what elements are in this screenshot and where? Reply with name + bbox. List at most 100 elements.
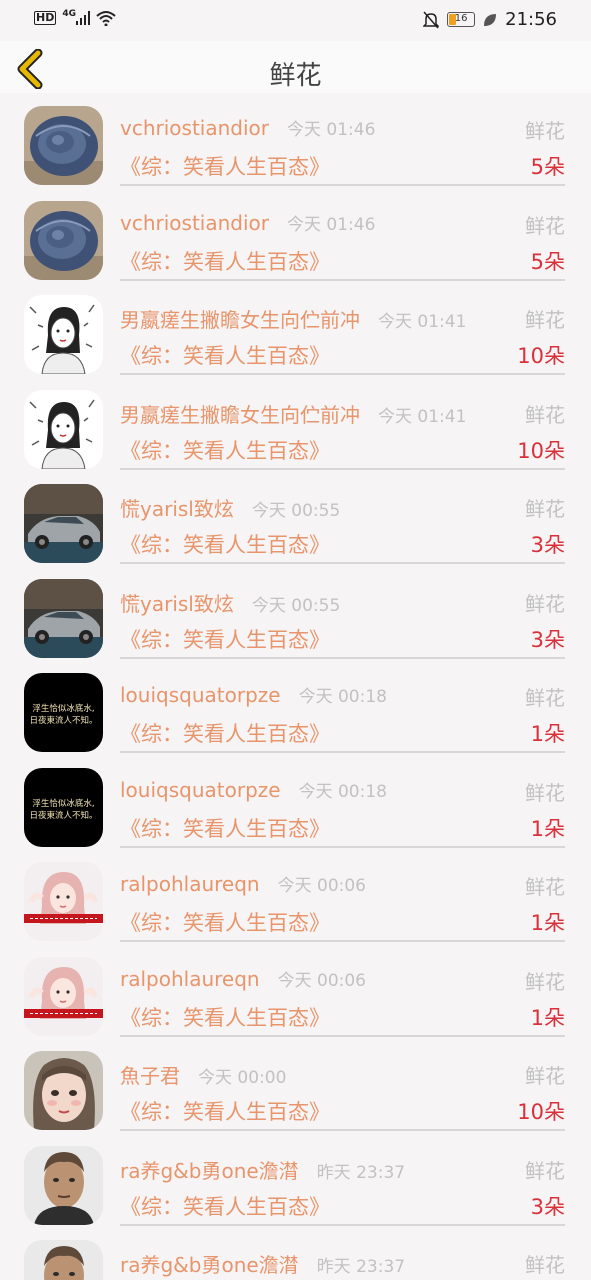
gift-type: 鲜花: [525, 591, 565, 616]
avatar[interactable]: [24, 200, 103, 280]
flower-count: 10朵: [517, 438, 565, 463]
signal-icon: [76, 11, 90, 25]
book-title[interactable]: 《综：笑看人生百态》: [120, 1002, 330, 1032]
network-type: 4G: [62, 9, 76, 19]
user-name-line: vchriostiandior 今天 01:46: [120, 115, 375, 140]
divider: [120, 1034, 565, 1037]
timestamp: 昨天 23:37: [316, 1257, 406, 1277]
list-item[interactable]: ra养g&b勇one澹潸 昨天 23:37 鲜花: [0, 1227, 591, 1280]
user-name[interactable]: ra养g&b勇one澹潸: [120, 1155, 299, 1184]
avatar[interactable]: [24, 1145, 103, 1225]
user-name[interactable]: 男嬴瘥生撇瞻女生向伫前冲: [120, 304, 360, 333]
book-title[interactable]: 《综：笑看人生百态》: [120, 718, 330, 748]
avatar-caption-line-1: 浮生恰似冰底水,: [32, 798, 94, 809]
flower-count: 1朵: [530, 911, 565, 935]
user-name-line: louiqsquatorpze 今天 00:18: [120, 777, 387, 802]
timestamp: 今天 00:06: [277, 876, 366, 896]
user-name-line: ralpohlaureqn 今天 00:06: [120, 871, 366, 896]
status-left: HD 4G: [34, 9, 116, 26]
book-title[interactable]: 《综：笑看人生百态》: [120, 151, 330, 181]
gift-type: 鲜花: [525, 969, 565, 994]
divider: [120, 751, 565, 753]
list-item[interactable]: 男嬴瘥生撇瞻女生向伫前冲 今天 01:41 鲜花 《综：笑看人生百态》 10朵: [0, 377, 591, 472]
bell-off-icon: [423, 11, 440, 28]
header-bar: 鲜花: [0, 41, 591, 93]
divider: [120, 845, 565, 848]
user-name[interactable]: louiqsquatorpze: [120, 683, 281, 707]
gift-type: 鲜花: [525, 308, 565, 332]
flower-count: 10朵: [517, 1100, 565, 1124]
avatar[interactable]: [24, 295, 103, 374]
list-item[interactable]: 魚子君 今天 00:00 鲜花 《综：笑看人生百态》 10朵: [0, 1038, 591, 1133]
book-title[interactable]: 《综：笑看人生百态》: [120, 624, 330, 654]
gift-type: 鲜花: [525, 497, 565, 521]
avatar-caption-line-1: 浮生恰似冰底水,: [32, 703, 94, 714]
gift-type: 鲜花: [525, 875, 565, 899]
book-title[interactable]: 《综：笑看人生百态》: [120, 907, 330, 937]
list-item[interactable]: 浮生恰似冰底水, 日夜東流人不知。 louiqsquatorpze 今天 00:…: [0, 660, 591, 755]
book-title[interactable]: 《综：笑看人生百态》: [120, 435, 330, 465]
user-name[interactable]: ra养g&b勇one澹潸: [120, 1249, 299, 1278]
book-title[interactable]: 《综：笑看人生百态》: [120, 340, 330, 370]
avatar[interactable]: [24, 1051, 103, 1130]
timestamp: 今天 01:46: [286, 120, 376, 140]
list-item[interactable]: 慌yarisl致炫 今天 00:55 鲜花 《综：笑看人生百态》 3朵: [0, 566, 591, 661]
flower-count: 3朵: [530, 1194, 565, 1219]
list-item[interactable]: 慌yarisl致炫 今天 00:55 鲜花 《综：笑看人生百态》 3朵: [0, 471, 591, 566]
user-name[interactable]: vchriostiandior: [120, 116, 269, 140]
divider: [120, 467, 565, 470]
divider: [120, 1129, 565, 1131]
user-name[interactable]: 魚子君: [120, 1060, 180, 1089]
book-title[interactable]: 《综：笑看人生百态》: [120, 1096, 330, 1126]
avatar[interactable]: [24, 1240, 103, 1280]
timestamp: 今天 00:18: [298, 781, 387, 802]
list-item[interactable]: ralpohlaureqn 今天 00:06 鲜花 《综：笑看人生百态》 1朵: [0, 944, 591, 1039]
book-title[interactable]: 《综：笑看人生百态》: [120, 813, 330, 843]
gift-type: 鲜花: [525, 780, 565, 805]
timestamp: 今天 01:41: [378, 406, 467, 427]
list-item[interactable]: 男嬴瘥生撇瞻女生向伫前冲 今天 01:41 鲜花 《综：笑看人生百态》 10朵: [0, 282, 591, 377]
list-item[interactable]: vchriostiandior 今天 01:46 鲜花 《综：笑看人生百态》 5…: [0, 93, 591, 188]
flower-count: 5朵: [530, 249, 565, 274]
user-name[interactable]: 慌yarisl致炫: [120, 493, 234, 522]
divider: [120, 1223, 565, 1226]
timestamp: 今天 00:00: [198, 1068, 287, 1088]
avatar[interactable]: [24, 106, 103, 185]
list-item[interactable]: ra养g&b勇one澹潸 昨天 23:37 鲜花 《综：笑看人生百态》 3朵: [0, 1133, 591, 1228]
list-item[interactable]: 浮生恰似冰底水, 日夜東流人不知。 louiqsquatorpze 今天 00:…: [0, 755, 591, 850]
list-item[interactable]: ralpohlaureqn 今天 00:06 鲜花 《综：笑看人生百态》 1朵: [0, 849, 591, 944]
avatar[interactable]: [24, 389, 103, 469]
avatar[interactable]: [24, 956, 103, 1036]
timestamp: 今天 00:55: [251, 501, 341, 521]
list-item[interactable]: vchriostiandior 今天 01:46 鲜花 《综：笑看人生百态》 5…: [0, 188, 591, 283]
avatar[interactable]: [24, 484, 103, 563]
status-right: 16 21:56: [423, 9, 557, 30]
user-name[interactable]: louiqsquatorpze: [120, 778, 281, 802]
book-title[interactable]: 《综：笑看人生百态》: [120, 1191, 330, 1221]
divider: [120, 656, 565, 659]
timestamp: 今天 00:06: [277, 970, 366, 991]
user-name[interactable]: ralpohlaureqn: [120, 967, 260, 991]
avatar[interactable]: [24, 578, 103, 658]
avatar[interactable]: [24, 862, 103, 941]
user-name-line: 慌yarisl致炫 今天 00:55: [120, 588, 340, 617]
user-name[interactable]: 慌yarisl致炫: [120, 588, 234, 617]
flower-count: 3朵: [530, 627, 565, 652]
divider: [120, 278, 565, 281]
user-name[interactable]: ralpohlaureqn: [120, 872, 260, 896]
user-name[interactable]: 男嬴瘥生撇瞻女生向伫前冲: [120, 399, 360, 428]
flower-list: vchriostiandior 今天 01:46 鲜花 《综：笑看人生百态》 5…: [0, 93, 591, 1280]
timestamp: 今天 00:18: [298, 687, 387, 707]
book-title[interactable]: 《综：笑看人生百态》: [120, 529, 330, 559]
divider: [120, 940, 565, 942]
leaf-icon: [484, 13, 497, 26]
timestamp: 今天 01:46: [286, 214, 376, 235]
timestamp: 昨天 23:37: [316, 1162, 406, 1183]
avatar[interactable]: 浮生恰似冰底水, 日夜東流人不知。: [24, 673, 103, 752]
flower-count: 5朵: [530, 155, 565, 179]
avatar[interactable]: 浮生恰似冰底水, 日夜東流人不知。: [24, 767, 103, 847]
status-bar: HD 4G 16 21:56: [0, 0, 591, 41]
book-title[interactable]: 《综：笑看人生百态》: [120, 246, 330, 276]
user-name-line: 男嬴瘥生撇瞻女生向伫前冲 今天 01:41: [120, 304, 466, 333]
user-name[interactable]: vchriostiandior: [120, 211, 269, 235]
